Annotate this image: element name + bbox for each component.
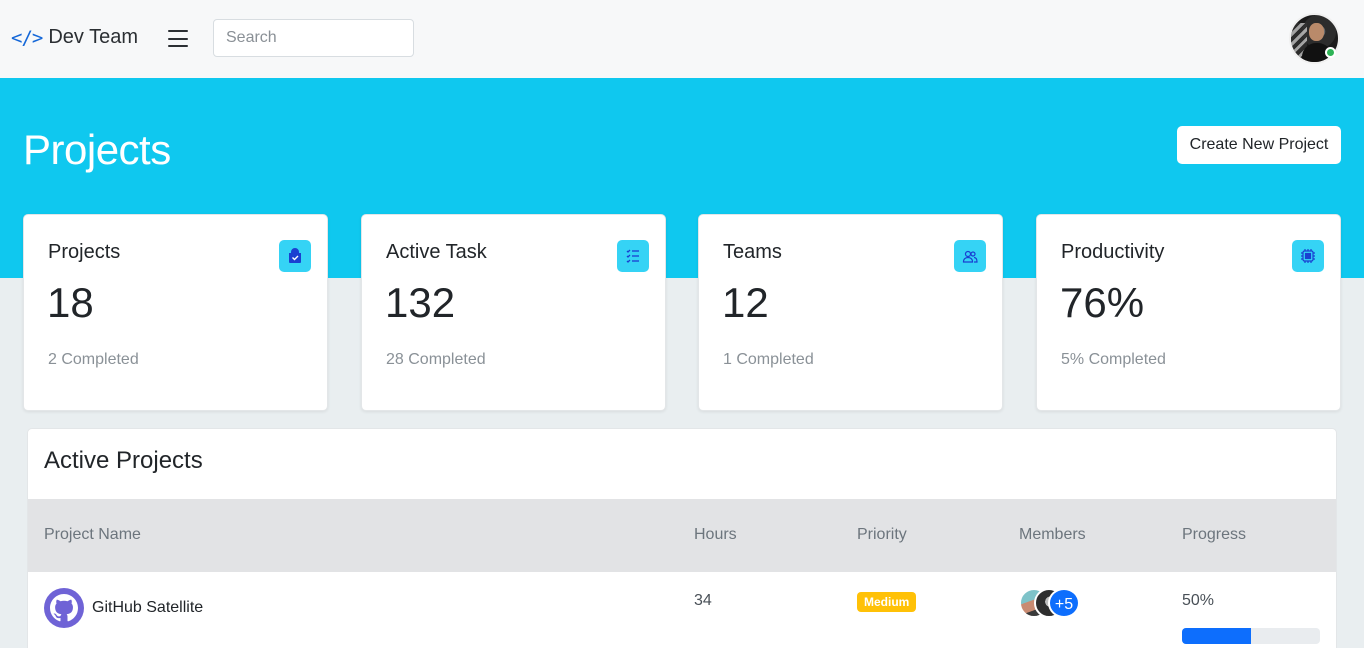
column-header-priority[interactable]: Priority	[857, 526, 907, 544]
stat-title: Projects	[48, 241, 121, 263]
online-status-dot	[1325, 47, 1336, 58]
stat-value: 18	[47, 279, 94, 326]
stat-subtitle: 5% Completed	[1061, 351, 1166, 368]
stat-title: Productivity	[1061, 241, 1165, 263]
top-navbar: </> Dev Team	[0, 0, 1364, 78]
github-icon	[44, 588, 84, 628]
progress-label: 50%	[1182, 592, 1215, 609]
progress-bar-fill	[1182, 628, 1251, 644]
more-members-badge[interactable]: +5	[1048, 588, 1080, 618]
stat-value: 12	[722, 279, 769, 326]
stat-subtitle: 28 Completed	[386, 351, 486, 368]
brand-name: Dev Team	[48, 26, 138, 48]
brand[interactable]: </> Dev Team	[11, 26, 138, 49]
column-header-members[interactable]: Members	[1019, 526, 1086, 544]
task-list-icon	[617, 240, 649, 272]
stat-card-projects: Projects 18 2 Completed	[23, 214, 328, 411]
active-projects-panel: Active Projects Project Name Hours Prior…	[27, 428, 1337, 648]
people-icon	[954, 240, 986, 272]
column-header-hours[interactable]: Hours	[694, 526, 737, 544]
shopping-bag-icon	[279, 240, 311, 272]
stat-title: Active Task	[386, 241, 487, 263]
stat-subtitle: 2 Completed	[48, 351, 139, 368]
progress-bar	[1182, 628, 1320, 644]
cpu-icon	[1292, 240, 1324, 272]
code-icon: </>	[11, 26, 43, 49]
stat-value: 132	[385, 279, 456, 326]
table-header: Project Name Hours Priority Members Prog…	[28, 499, 1336, 572]
stat-title: Teams	[723, 241, 782, 263]
page-title: Projects	[23, 126, 171, 173]
project-hours: 34	[694, 592, 712, 609]
column-header-progress[interactable]: Progress	[1182, 526, 1246, 544]
create-new-project-button[interactable]: Create New Project	[1177, 126, 1341, 164]
stat-subtitle: 1 Completed	[723, 351, 814, 368]
stat-value: 76%	[1060, 279, 1145, 326]
column-header-project-name[interactable]: Project Name	[44, 526, 141, 544]
member-avatars[interactable]: +5	[1019, 588, 1089, 618]
stat-card-active-task: Active Task 132 28 Completed	[361, 214, 666, 411]
table-row[interactable]: GitHub Satellite 34 Medium +5 50%	[28, 572, 1336, 648]
search-input[interactable]	[213, 19, 414, 57]
menu-toggle-icon[interactable]	[168, 30, 188, 47]
stat-card-teams: Teams 12 1 Completed	[698, 214, 1003, 411]
panel-title: Active Projects	[44, 447, 203, 474]
project-name[interactable]: GitHub Satellite	[92, 599, 203, 617]
priority-badge: Medium	[857, 592, 917, 612]
stat-card-productivity: Productivity 76% 5% Completed	[1036, 214, 1341, 411]
